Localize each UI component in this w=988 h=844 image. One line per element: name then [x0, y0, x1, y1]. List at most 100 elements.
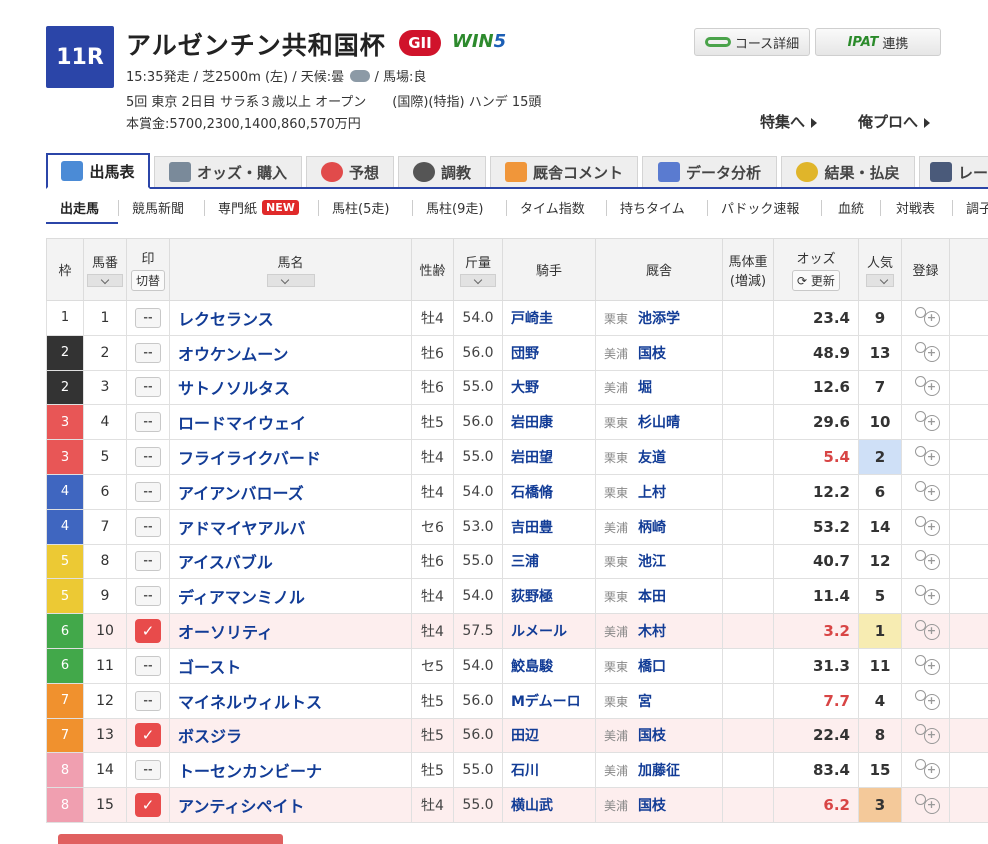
register-cell[interactable]	[901, 369, 950, 406]
add-favorite-icon[interactable]	[913, 479, 940, 501]
trainer-link[interactable]: 堀	[638, 380, 652, 396]
jockey-link[interactable]: 吉田豊	[502, 508, 596, 545]
jockey-link[interactable]: 三浦	[502, 543, 596, 580]
register-cell[interactable]	[901, 717, 950, 754]
mark-select[interactable]: --	[135, 377, 161, 398]
odds-cell[interactable]: 3.2	[773, 613, 859, 649]
check-mark-icon[interactable]: ✓	[135, 619, 161, 644]
check-mark-icon[interactable]: ✓	[135, 793, 161, 818]
add-favorite-icon[interactable]	[913, 444, 940, 467]
trainer-link[interactable]: 柄崎	[638, 520, 666, 536]
register-cell[interactable]	[901, 752, 950, 789]
mark-cell[interactable]: --	[126, 647, 170, 684]
odds-cell[interactable]: 6.2	[773, 787, 859, 823]
subnav-umabashira5[interactable]: 馬柱(5走)	[332, 198, 389, 217]
mark-select[interactable]: --	[135, 760, 161, 781]
trainer-link[interactable]: 加藤征	[638, 763, 680, 779]
horse-name-link[interactable]: ボスジラ	[169, 717, 412, 754]
check-mark-icon[interactable]: ✓	[135, 723, 161, 748]
add-favorite-icon[interactable]	[913, 514, 940, 536]
jockey-link[interactable]: 石橋脩	[502, 473, 596, 510]
register-cell[interactable]	[901, 647, 950, 684]
add-favorite-icon[interactable]	[913, 722, 940, 745]
sort-down-icon[interactable]	[866, 274, 894, 287]
odds-cell[interactable]: 29.6	[773, 404, 859, 441]
mark-cell[interactable]: --	[126, 752, 170, 789]
trainer-link[interactable]: 国枝	[638, 346, 666, 362]
header-umaban[interactable]: 馬番	[83, 238, 127, 301]
mark-cell[interactable]: ✓	[126, 787, 170, 823]
jockey-link[interactable]: 荻野極	[502, 578, 596, 615]
register-cell[interactable]	[901, 508, 950, 545]
horse-name-link[interactable]: マイネルウィルトス	[169, 682, 412, 719]
trainer-link[interactable]: 上村	[638, 485, 666, 501]
register-cell[interactable]	[901, 439, 950, 475]
course-detail-button[interactable]: コース詳細	[694, 28, 810, 56]
subnav-newspaper[interactable]: 競馬新聞	[132, 198, 184, 217]
mark-cell[interactable]: --	[126, 578, 170, 615]
jockey-link[interactable]: Mデムーロ	[502, 682, 596, 719]
add-favorite-icon[interactable]	[913, 374, 940, 397]
trainer-link[interactable]: 杉山晴	[638, 415, 680, 431]
add-favorite-icon[interactable]	[913, 688, 940, 710]
odds-cell[interactable]: 53.2	[773, 508, 859, 545]
odds-cell[interactable]: 5.4	[773, 439, 859, 475]
subnav-pedigree[interactable]: 血統	[838, 198, 864, 217]
sort-down-icon[interactable]	[87, 274, 123, 287]
horse-name-link[interactable]: オウケンムーン	[169, 334, 412, 371]
mark-select[interactable]: --	[135, 690, 161, 711]
jockey-link[interactable]: 岩田康	[502, 404, 596, 441]
add-favorite-icon[interactable]	[913, 792, 940, 815]
add-favorite-icon[interactable]	[913, 409, 940, 432]
odds-cell[interactable]: 11.4	[773, 578, 859, 615]
trainer-link[interactable]: 友道	[638, 450, 666, 466]
jockey-link[interactable]: 鮫島駿	[502, 647, 596, 684]
horse-name-link[interactable]: オーソリティ	[169, 613, 412, 649]
bottom-action-bar[interactable]	[58, 834, 283, 844]
horse-name-link[interactable]: サトノソルタス	[169, 369, 412, 406]
horse-name-link[interactable]: アイアンバローズ	[169, 473, 412, 510]
odds-cell[interactable]: 23.4	[773, 300, 859, 336]
tab-shutuba[interactable]: 出馬表	[46, 153, 150, 189]
odds-cell[interactable]: 7.7	[773, 682, 859, 719]
mark-select[interactable]: --	[135, 655, 161, 676]
add-favorite-icon[interactable]	[913, 618, 940, 641]
add-favorite-icon[interactable]	[913, 583, 940, 606]
tab-prediction[interactable]: 予想	[306, 156, 394, 187]
mark-cell[interactable]: --	[126, 369, 170, 406]
ipat-link-button[interactable]: IPAT 連携	[815, 28, 941, 56]
trainer-link[interactable]: 池添学	[638, 311, 680, 327]
header-ninki[interactable]: 人気	[858, 238, 902, 301]
register-cell[interactable]	[901, 473, 950, 510]
mark-cell[interactable]: --	[126, 404, 170, 441]
tab-odds[interactable]: オッズ・購入	[154, 156, 302, 187]
mark-cell[interactable]: --	[126, 508, 170, 545]
mark-select[interactable]: --	[135, 481, 161, 502]
header-kinryo[interactable]: 斤量	[453, 238, 503, 301]
register-cell[interactable]	[901, 300, 950, 336]
horse-name-link[interactable]: ロードマイウェイ	[169, 404, 412, 441]
subnav-time-index[interactable]: タイム指数	[520, 198, 585, 217]
subnav-matchups[interactable]: 対戦表	[896, 198, 935, 217]
mark-toggle-button[interactable]: 切替	[130, 270, 165, 291]
mark-select[interactable]: --	[135, 447, 161, 468]
horse-name-link[interactable]: フライライクバード	[169, 439, 412, 475]
horse-name-link[interactable]: アンティシペイト	[169, 787, 412, 823]
mark-cell[interactable]: --	[126, 682, 170, 719]
odds-refresh-button[interactable]: ⟳ 更新	[792, 270, 840, 291]
tab-stable-comment[interactable]: 厩舎コメント	[490, 156, 638, 187]
tab-training[interactable]: 調教	[398, 156, 486, 187]
mark-select[interactable]: --	[135, 551, 161, 572]
trainer-link[interactable]: 木村	[638, 624, 666, 640]
add-favorite-icon[interactable]	[913, 305, 940, 327]
odds-cell[interactable]: 22.4	[773, 717, 859, 754]
jockey-link[interactable]: 石川	[502, 752, 596, 789]
ore-pro-link[interactable]: 俺プロへ	[858, 111, 931, 132]
add-favorite-icon[interactable]	[913, 340, 940, 362]
mark-cell[interactable]: --	[126, 300, 170, 336]
register-cell[interactable]	[901, 787, 950, 823]
add-favorite-icon[interactable]	[913, 548, 940, 571]
mark-cell[interactable]: --	[126, 439, 170, 475]
trainer-link[interactable]: 橋口	[638, 659, 666, 675]
jockey-link[interactable]: 岩田望	[502, 439, 596, 475]
